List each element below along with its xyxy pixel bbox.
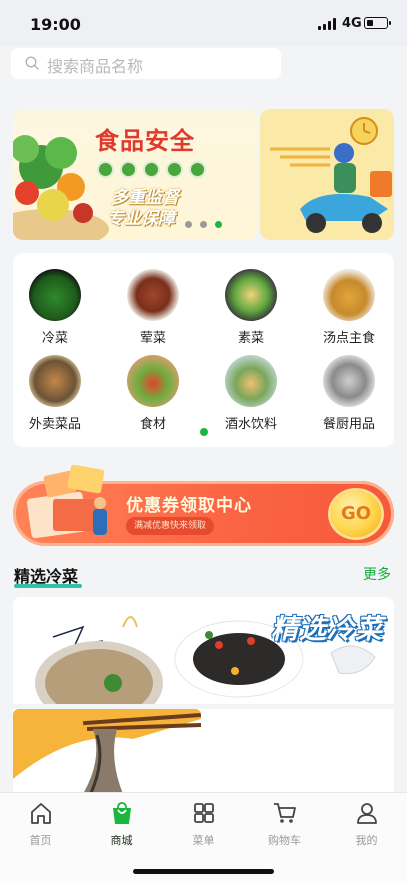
- drinks-icon: [225, 355, 277, 407]
- category-label: 荤菜: [139, 331, 166, 346]
- shop-bag-icon: [112, 802, 131, 824]
- status-time: 19:00: [30, 15, 81, 34]
- cart-icon: [273, 803, 296, 823]
- ingredients-icon: [127, 355, 179, 407]
- home-indicator: [133, 869, 274, 874]
- coupon-go-button[interactable]: GO: [331, 491, 381, 537]
- more-link[interactable]: 更多: [363, 564, 391, 584]
- tab-profile[interactable]: 我的: [326, 793, 407, 848]
- category-drinks[interactable]: 酒水饮料: [211, 355, 291, 432]
- noodle-dish-image: [13, 709, 201, 794]
- food-safety-slide[interactable]: 食品安全 多重监督 专业保障: [13, 109, 257, 240]
- search-icon: [25, 56, 39, 70]
- tab-label: 购物车: [268, 834, 301, 847]
- menu-grid-icon: [193, 803, 214, 823]
- coupon-title: 优惠券领取中心: [126, 496, 252, 516]
- banner-title: 食品安全: [95, 127, 195, 155]
- tab-label: 商城: [110, 834, 133, 847]
- coupon-subtitle: 满减优惠快来领取: [126, 517, 215, 535]
- tab-shop[interactable]: 商城: [81, 793, 162, 848]
- category-soup-staple[interactable]: 汤点主食: [309, 269, 389, 346]
- veg-dish-icon: [225, 269, 277, 321]
- tab-label: 我的: [355, 834, 378, 847]
- featured-cold-dish-banner[interactable]: 精选冷菜: [13, 597, 394, 704]
- tab-label: 菜单: [192, 834, 215, 847]
- banner-subtitle-line2: 专业保障: [107, 209, 175, 229]
- feature-banner-title: 精选冷菜: [271, 614, 383, 645]
- home-icon: [30, 803, 51, 824]
- category-meat-dish[interactable]: 荤菜: [113, 269, 193, 346]
- category-label: 外卖菜品: [28, 417, 81, 432]
- takeout-dish-icon: [29, 355, 81, 407]
- category-cold-dish[interactable]: 冷菜: [15, 269, 95, 346]
- promo-banner-carousel[interactable]: 食品安全 多重监督 专业保障: [13, 109, 394, 240]
- category-ingredients[interactable]: 食材: [113, 355, 193, 432]
- category-grid: 冷菜 荤菜 素菜 汤点主食 外卖菜品 食材 酒水饮料 餐厨用品: [13, 253, 394, 447]
- search-placeholder: 搜索商品名称: [47, 57, 144, 76]
- tab-menu[interactable]: 菜单: [163, 793, 244, 848]
- category-kitchen-supplies[interactable]: 餐厨用品: [309, 355, 389, 432]
- category-label: 冷菜: [41, 331, 68, 346]
- meat-dish-icon: [127, 269, 179, 321]
- soup-staple-icon: [323, 269, 375, 321]
- product-tile[interactable]: [13, 709, 201, 794]
- product-tile-row: [13, 709, 394, 794]
- cold-dish-icon: [29, 269, 81, 321]
- category-label: 酒水饮料: [224, 417, 277, 432]
- category-label: 餐厨用品: [322, 417, 375, 432]
- delivery-scooter-illustration: [270, 117, 392, 233]
- coupon-box-illustration: [27, 465, 107, 539]
- coupon-center-banner[interactable]: 优惠券领取中心 满减优惠快来领取 GO: [13, 465, 394, 546]
- search-input[interactable]: 搜索商品名称: [11, 48, 281, 79]
- tab-label: 首页: [29, 834, 52, 847]
- category-label: 素菜: [237, 331, 264, 346]
- delivery-slide[interactable]: [260, 109, 394, 240]
- category-takeout-dish[interactable]: 外卖菜品: [15, 355, 95, 432]
- network-type: 4G: [342, 16, 362, 31]
- signal-icon: [318, 18, 338, 30]
- category-label: 汤点主食: [322, 331, 375, 346]
- profile-icon: [356, 803, 377, 824]
- section-underline: [14, 584, 82, 588]
- status-bar: 19:00 4G: [0, 0, 407, 46]
- kitchen-supplies-icon: [323, 355, 375, 407]
- tab-cart[interactable]: 购物车: [244, 793, 325, 848]
- category-pager-dot: [200, 428, 208, 436]
- category-veg-dish[interactable]: 素菜: [211, 269, 291, 346]
- battery-icon: [364, 17, 391, 29]
- tab-home[interactable]: 首页: [0, 793, 81, 848]
- category-label: 食材: [139, 417, 166, 432]
